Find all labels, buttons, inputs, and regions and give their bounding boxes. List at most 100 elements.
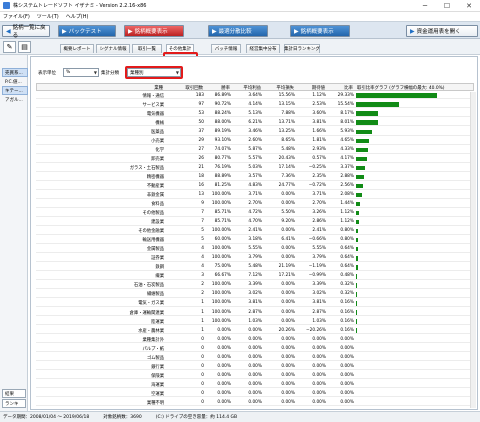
chart-label: 銘柄概要表示 bbox=[300, 29, 334, 35]
cell-industry: 電気機器 bbox=[146, 111, 164, 117]
cell-count: 21 bbox=[198, 165, 204, 171]
cell-ratio: 0.64% bbox=[340, 246, 354, 252]
table-scrollbar[interactable] bbox=[470, 92, 476, 408]
cell-avg-profit: 5.87% bbox=[248, 146, 262, 152]
table-row[interactable]: ゴム製品 0 0.00% 0.00% 0.00% 0.00% 0.00% bbox=[36, 354, 474, 362]
tab-batch-info[interactable]: バッチ情報 bbox=[211, 44, 241, 53]
table-row[interactable]: 鉄鋼 4 75.00% 5.48% 21.19% −1.19% 0.64% bbox=[36, 264, 474, 271]
cell-avg-profit: 4.14% bbox=[248, 101, 262, 107]
cell-expectancy: 0.00% bbox=[312, 381, 326, 387]
table-row[interactable]: 倉庫・運輸関連業 1 100.00% 2.87% 0.00% 2.87% 0.16% bbox=[36, 309, 474, 317]
table-row[interactable]: 業種不明 0 0.00% 0.00% 0.00% 0.00% 0.00% bbox=[36, 399, 474, 407]
sidebar-item-2[interactable]: P.C.値... bbox=[2, 77, 28, 86]
header-expectancy[interactable]: 期待値 bbox=[312, 85, 325, 91]
tab-distribution[interactable]: 経営集中分布 bbox=[246, 44, 280, 53]
table-row[interactable]: 業種集計外 0 0.00% 0.00% 0.00% 0.00% 0.00% bbox=[36, 336, 474, 344]
tab-trade-list[interactable]: 取引一覧 bbox=[132, 44, 162, 53]
cell-count: 18 bbox=[198, 174, 204, 180]
menu-help[interactable]: ヘルプ(H) bbox=[66, 13, 89, 20]
table-row[interactable]: 陸運業 1 100.00% 1.03% 0.00% 1.03% 0.16% bbox=[36, 318, 474, 326]
table-row[interactable]: その他金融業 5 100.00% 2.41% 0.00% 2.41% 0.80% bbox=[36, 227, 474, 235]
cell-avg-loss: 8.65% bbox=[281, 137, 295, 143]
table-row[interactable]: 海運業 0 0.00% 0.00% 0.00% 0.00% 0.00% bbox=[36, 381, 474, 389]
table-row[interactable]: 機械 50 88.00% 6.21% 13.71% 3.81% 8.01% bbox=[36, 119, 474, 127]
open-fund-table-button[interactable]: ▶ 資金運用表を開く bbox=[406, 25, 478, 37]
table-row[interactable]: 不動産業 16 81.25% 4.83% 24.77% −0.72% 2.56% bbox=[36, 182, 474, 190]
ratio-bar bbox=[356, 310, 357, 315]
cell-ratio: 2.08% bbox=[340, 192, 354, 198]
sidebar-item-3[interactable]: キテー... bbox=[2, 86, 28, 95]
cell-ratio: 0.80% bbox=[340, 228, 354, 234]
cell-ratio: 4.65% bbox=[340, 137, 354, 143]
table-row[interactable]: 化学 27 74.07% 5.87% 5.48% 2.93% 4.33% bbox=[36, 146, 474, 154]
cell-winrate: 100.00% bbox=[211, 201, 231, 207]
cell-winrate: 88.24% bbox=[214, 110, 231, 116]
minimize-button[interactable]: ─ bbox=[414, 0, 436, 12]
close-button[interactable]: ✕ bbox=[458, 0, 480, 12]
summary-button[interactable]: ▶ 銘柄概要表示 bbox=[124, 25, 184, 37]
cell-industry: その他製品 bbox=[142, 211, 164, 217]
table-row[interactable]: その他製品 7 85.71% 4.72% 5.50% 3.26% 1.12% bbox=[36, 209, 474, 217]
ranking-button[interactable]: ランキ bbox=[2, 399, 26, 408]
table-row[interactable]: 小売業 29 93.10% 2.60% 8.65% 1.81% 4.65% bbox=[36, 137, 474, 145]
table-row[interactable]: 情報・通信 183 86.89% 3.64% 15.56% 1.12% 29.33% bbox=[36, 92, 474, 100]
table-row[interactable]: 空運業 0 0.00% 0.00% 0.00% 0.00% 0.00% bbox=[36, 390, 474, 398]
cell-expectancy: 1.66% bbox=[312, 128, 326, 134]
table-row[interactable]: 輸送用機器 5 60.00% 3.18% 6.41% −0.66% 0.80% bbox=[36, 236, 474, 244]
table-row[interactable]: 繊業 3 66.67% 7.12% 17.21% −0.99% 0.48% bbox=[36, 273, 474, 280]
header-ratio-graph[interactable]: 取引比率グラフ (グラフ横幅の最大: 40.0%) bbox=[357, 85, 445, 91]
cell-winrate: 85.71% bbox=[214, 219, 231, 225]
table-row[interactable]: 食料品 9 100.00% 2.70% 0.00% 2.70% 1.44% bbox=[36, 200, 474, 208]
table-row[interactable]: 石油・石炭製品 2 100.00% 3.39% 0.00% 3.39% 0.32% bbox=[36, 282, 474, 290]
table-row[interactable]: ガラス・土石製品 21 76.19% 5.03% 17.14% −0.25% 3.37% bbox=[36, 164, 474, 172]
cell-avg-profit: 2.60% bbox=[248, 137, 262, 143]
tab-daily-ranking[interactable]: 集計日ランキング bbox=[284, 44, 320, 53]
result-button[interactable]: 結果 bbox=[2, 389, 26, 398]
menu-tools[interactable]: ツール(T) bbox=[37, 13, 59, 20]
cell-avg-loss: 0.00% bbox=[281, 399, 295, 405]
cell-winrate: 100.00% bbox=[211, 300, 231, 306]
display-unit-select[interactable]: % ▼ bbox=[63, 68, 99, 77]
menu-file[interactable]: ファイル(F) bbox=[3, 13, 30, 20]
sidebar-item-4[interactable]: アガル... bbox=[2, 95, 28, 104]
table-row[interactable]: 精密機器 18 88.89% 3.57% 7.36% 2.35% 2.88% bbox=[36, 173, 474, 181]
table-row[interactable]: 建設業 7 85.71% 4.70% 9.20% 2.86% 1.12% bbox=[36, 218, 474, 226]
maximize-button[interactable]: ☐ bbox=[436, 0, 458, 12]
cell-count: 0 bbox=[201, 381, 204, 387]
table-row[interactable]: 繊維製品 2 100.00% 3.02% 0.00% 3.02% 0.32% bbox=[36, 291, 474, 299]
backtest-button[interactable]: ▶ バックテスト bbox=[58, 25, 116, 37]
table-row[interactable]: 証券業 4 100.00% 3.79% 0.00% 3.79% 0.64% bbox=[36, 255, 474, 262]
table-row[interactable]: 非鉄金属 13 100.00% 3.71% 0.00% 3.71% 2.08% bbox=[36, 191, 474, 199]
header-avg-profit[interactable]: 平均利益 bbox=[243, 85, 261, 91]
table-row[interactable]: 金属製品 4 100.00% 5.55% 0.00% 5.55% 0.64% bbox=[36, 246, 474, 253]
header-industry[interactable]: 業種 bbox=[154, 85, 163, 91]
export-icon[interactable]: ▤ bbox=[18, 41, 31, 53]
cell-count: 9 bbox=[201, 201, 204, 207]
header-count[interactable]: 取引回数 bbox=[185, 85, 203, 91]
tab-overview-report[interactable]: 概要レポート bbox=[60, 44, 94, 53]
cell-avg-profit: 5.48% bbox=[248, 264, 262, 270]
cell-ratio: 0.16% bbox=[340, 318, 354, 324]
ratio-bar bbox=[356, 228, 359, 234]
table-row[interactable]: 電気機器 53 88.24% 5.13% 7.88% 3.60% 8.17% bbox=[36, 110, 474, 118]
compare-button[interactable]: ▶ 最適分散比較 bbox=[208, 25, 268, 37]
header-ratio[interactable]: 比率 bbox=[344, 85, 353, 91]
settings-icon[interactable]: ✎ bbox=[3, 41, 16, 53]
ratio-bar bbox=[356, 192, 362, 198]
table-row[interactable]: 医薬品 37 89.19% 3.46% 13.25% 1.66% 5.93% bbox=[36, 128, 474, 136]
table-row[interactable]: サービス業 97 90.72% 4.14% 13.15% 2.53% 15.54% bbox=[36, 101, 474, 109]
table-row[interactable]: 電気・ガス業 1 100.00% 3.81% 0.00% 3.81% 0.16% bbox=[36, 300, 474, 308]
table-row[interactable]: パルプ・紙 0 0.00% 0.00% 0.00% 0.00% 0.00% bbox=[36, 345, 474, 353]
table-row[interactable]: 銀行業 0 0.00% 0.00% 0.00% 0.00% 0.00% bbox=[36, 363, 474, 371]
table-row[interactable]: 卸売業 26 80.77% 5.57% 20.43% 0.57% 4.17% bbox=[36, 155, 474, 163]
sidebar-item-1[interactable]: 売買系... bbox=[2, 68, 28, 77]
cell-avg-loss: 13.15% bbox=[278, 101, 295, 107]
tab-signal-info[interactable]: シグナル情報 bbox=[96, 44, 130, 53]
back-to-list-button[interactable]: ◀ 銘柄一覧に戻る bbox=[2, 25, 50, 39]
table-row[interactable]: 保険業 0 0.00% 0.00% 0.00% 0.00% 0.00% bbox=[36, 372, 474, 380]
chart-button[interactable]: ▶ 銘柄概要表示 bbox=[290, 25, 350, 37]
table-row[interactable]: 水産・農林業 1 0.00% 0.00% 20.26% −20.26% 0.16% bbox=[36, 327, 474, 335]
cell-industry: 水産・農林業 bbox=[138, 328, 164, 334]
header-avg-loss[interactable]: 平均損失 bbox=[276, 85, 294, 91]
header-winrate[interactable]: 勝率 bbox=[221, 85, 230, 91]
